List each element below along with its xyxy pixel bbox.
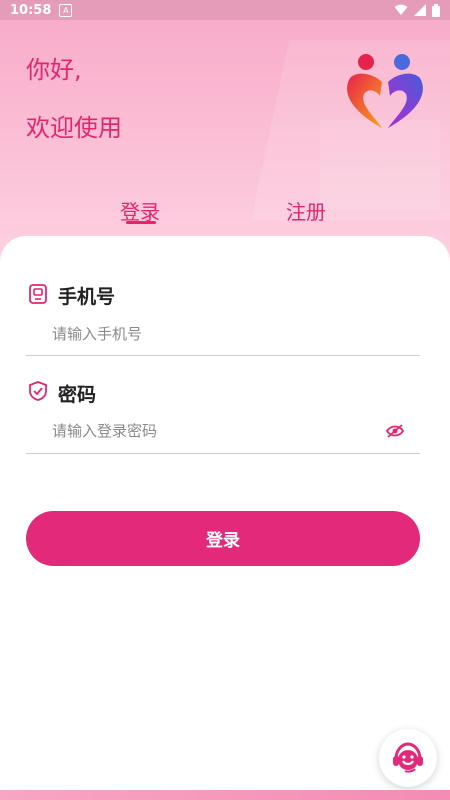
app-logo — [347, 54, 423, 128]
notification-icon: A — [59, 3, 73, 17]
password-label: 密码 — [58, 384, 97, 406]
greeting-line-2: 欢迎使用 — [26, 114, 122, 142]
active-tab-indicator — [126, 221, 156, 224]
login-button[interactable]: 登录 — [26, 511, 420, 566]
phone-label: 手机号 — [58, 286, 116, 308]
customer-service-icon — [393, 742, 423, 773]
password-divider — [26, 453, 420, 454]
wifi-icon — [394, 4, 408, 15]
eye-icon[interactable] — [386, 424, 404, 438]
greeting-line-1: 你好, — [26, 56, 82, 84]
battery-icon — [432, 3, 440, 17]
password-input[interactable] — [26, 414, 420, 448]
signal-icon — [414, 4, 426, 16]
phone-icon — [29, 284, 47, 304]
status-time: 10:58 — [10, 2, 52, 18]
decorative-shape — [320, 120, 440, 210]
customer-service-button[interactable] — [379, 729, 437, 787]
status-icons — [394, 3, 440, 17]
phone-input[interactable] — [26, 317, 420, 351]
shield-icon — [29, 381, 47, 401]
phone-divider — [26, 355, 420, 356]
status-bar: 10:58 A — [0, 0, 450, 20]
bottom-strip — [0, 790, 450, 800]
tab-register[interactable]: 注册 — [286, 196, 326, 225]
